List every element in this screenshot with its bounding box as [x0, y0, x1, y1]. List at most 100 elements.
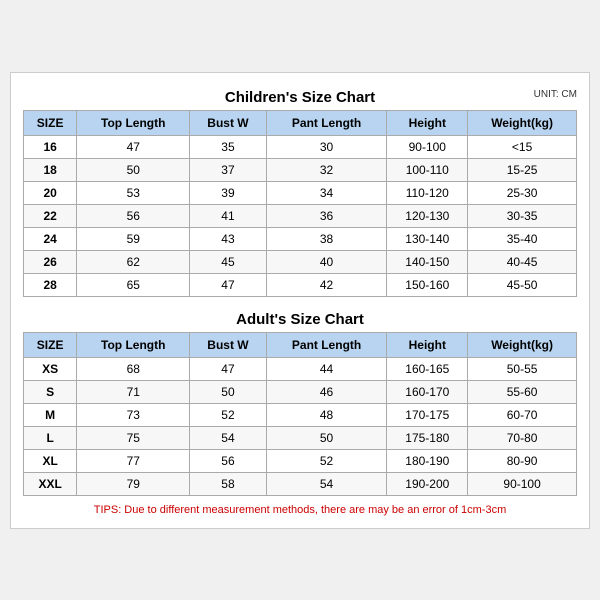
adult-col-weight: Weight(kg)	[468, 332, 577, 357]
table-cell: 52	[190, 403, 266, 426]
children-col-bust-w: Bust W	[190, 110, 266, 135]
unit-label: UNIT: CM	[534, 89, 577, 100]
tips-text: TIPS: Due to different measurement metho…	[23, 504, 577, 516]
table-cell: 30	[266, 135, 387, 158]
table-row: 18503732100-11015-25	[24, 158, 577, 181]
table-cell: L	[24, 426, 77, 449]
table-row: XS684744160-16550-55	[24, 357, 577, 380]
table-cell: 170-175	[387, 403, 468, 426]
table-cell: 26	[24, 250, 77, 273]
table-cell: XXL	[24, 472, 77, 495]
table-cell: 50-55	[468, 357, 577, 380]
table-cell: 42	[266, 273, 387, 296]
adult-section-title: Adult's Size Chart	[23, 305, 577, 332]
table-cell: 39	[190, 181, 266, 204]
table-cell: 90-100	[387, 135, 468, 158]
adult-col-top-length: Top Length	[77, 332, 190, 357]
table-cell: 180-190	[387, 449, 468, 472]
table-row: L755450175-18070-80	[24, 426, 577, 449]
adult-col-pant-length: Pant Length	[266, 332, 387, 357]
table-row: M735248170-17560-70	[24, 403, 577, 426]
table-cell: 62	[77, 250, 190, 273]
table-cell: 110-120	[387, 181, 468, 204]
table-cell: 50	[266, 426, 387, 449]
table-cell: 190-200	[387, 472, 468, 495]
table-cell: 53	[77, 181, 190, 204]
table-cell: <15	[468, 135, 577, 158]
table-cell: 75	[77, 426, 190, 449]
table-cell: 45-50	[468, 273, 577, 296]
table-cell: 38	[266, 227, 387, 250]
table-row: 24594338130-14035-40	[24, 227, 577, 250]
table-cell: 55-60	[468, 380, 577, 403]
adult-table-body: XS684744160-16550-55S715046160-17055-60M…	[24, 357, 577, 495]
table-cell: 47	[77, 135, 190, 158]
table-cell: 47	[190, 357, 266, 380]
table-cell: 15-25	[468, 158, 577, 181]
adult-col-bust-w: Bust W	[190, 332, 266, 357]
table-cell: 44	[266, 357, 387, 380]
table-cell: 59	[77, 227, 190, 250]
table-cell: 16	[24, 135, 77, 158]
table-cell: XL	[24, 449, 77, 472]
adult-col-size: SIZE	[24, 332, 77, 357]
table-cell: 34	[266, 181, 387, 204]
table-cell: 90-100	[468, 472, 577, 495]
table-row: 1647353090-100<15	[24, 135, 577, 158]
table-cell: 150-160	[387, 273, 468, 296]
table-cell: 25-30	[468, 181, 577, 204]
table-cell: 68	[77, 357, 190, 380]
table-cell: 54	[266, 472, 387, 495]
table-cell: 35	[190, 135, 266, 158]
table-row: XL775652180-19080-90	[24, 449, 577, 472]
table-cell: 100-110	[387, 158, 468, 181]
adult-col-height: Height	[387, 332, 468, 357]
adult-header-row: SIZE Top Length Bust W Pant Length Heigh…	[24, 332, 577, 357]
table-cell: 35-40	[468, 227, 577, 250]
table-cell: 80-90	[468, 449, 577, 472]
table-cell: 71	[77, 380, 190, 403]
table-cell: 54	[190, 426, 266, 449]
table-cell: 36	[266, 204, 387, 227]
table-cell: 60-70	[468, 403, 577, 426]
children-col-size: SIZE	[24, 110, 77, 135]
chart-container: Children's Size Chart UNIT: CM SIZE Top …	[10, 72, 590, 529]
table-cell: 28	[24, 273, 77, 296]
table-cell: 70-80	[468, 426, 577, 449]
table-cell: 48	[266, 403, 387, 426]
children-col-top-length: Top Length	[77, 110, 190, 135]
children-header-row: SIZE Top Length Bust W Pant Length Heigh…	[24, 110, 577, 135]
table-cell: 56	[190, 449, 266, 472]
children-table-body: 1647353090-100<1518503732100-11015-25205…	[24, 135, 577, 296]
table-cell: XS	[24, 357, 77, 380]
table-cell: 58	[190, 472, 266, 495]
children-col-height: Height	[387, 110, 468, 135]
table-row: 22564136120-13030-35	[24, 204, 577, 227]
table-cell: 50	[190, 380, 266, 403]
table-row: 26624540140-15040-45	[24, 250, 577, 273]
children-col-pant-length: Pant Length	[266, 110, 387, 135]
table-cell: 18	[24, 158, 77, 181]
table-row: XXL795854190-20090-100	[24, 472, 577, 495]
children-section-title: Children's Size Chart UNIT: CM	[23, 83, 577, 110]
table-cell: 79	[77, 472, 190, 495]
table-cell: S	[24, 380, 77, 403]
table-cell: 160-165	[387, 357, 468, 380]
table-cell: 20	[24, 181, 77, 204]
table-cell: 46	[266, 380, 387, 403]
table-cell: 175-180	[387, 426, 468, 449]
table-cell: 130-140	[387, 227, 468, 250]
table-cell: 41	[190, 204, 266, 227]
adult-table: SIZE Top Length Bust W Pant Length Heigh…	[23, 332, 577, 496]
children-title-text: Children's Size Chart	[225, 89, 375, 106]
table-cell: 52	[266, 449, 387, 472]
table-cell: 65	[77, 273, 190, 296]
table-cell: 37	[190, 158, 266, 181]
table-cell: M	[24, 403, 77, 426]
table-row: S715046160-17055-60	[24, 380, 577, 403]
table-cell: 140-150	[387, 250, 468, 273]
table-cell: 43	[190, 227, 266, 250]
table-row: 20533934110-12025-30	[24, 181, 577, 204]
table-cell: 45	[190, 250, 266, 273]
table-cell: 160-170	[387, 380, 468, 403]
